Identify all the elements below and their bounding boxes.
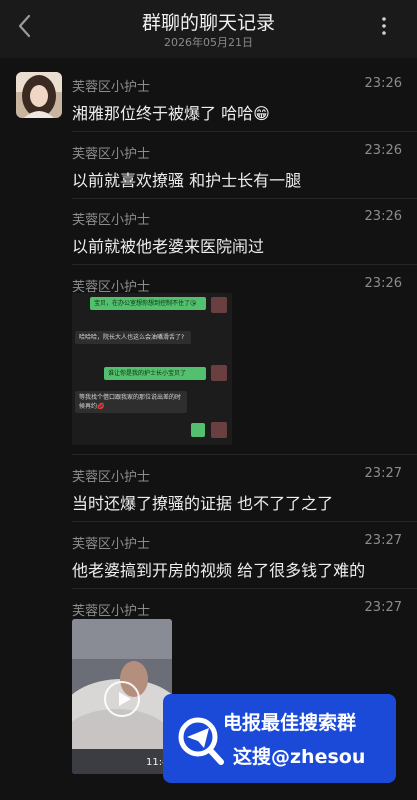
top-bar: 群聊的聊天记录 2026年05月21日 bbox=[0, 0, 417, 58]
sender-name: 芙蓉区小护士 bbox=[72, 537, 151, 552]
message-text[interactable]: 他老婆搞到开房的视频 给了很多钱了难的 bbox=[72, 557, 365, 581]
sender-name: 芙蓉区小护士 bbox=[72, 604, 151, 619]
ad-banner[interactable]: 电报最佳搜索群 这搜@zhesou bbox=[163, 694, 396, 783]
screenshot-bubble: 宝贝，在办公室想你想到控制不住了😘 bbox=[90, 297, 206, 310]
telegram-search-icon bbox=[178, 717, 224, 765]
ad-handle: 这搜@zhesou bbox=[233, 746, 366, 768]
message-item: 芙蓉区小护士 23:27 bbox=[72, 600, 402, 620]
screenshot-emoji-bubble bbox=[191, 423, 205, 437]
message-time: 23:27 bbox=[364, 466, 402, 481]
message-text[interactable]: 以前就被他老婆来医院闹过 bbox=[72, 233, 264, 257]
screenshot-bubble: 等我找个借口跟我家的那位说出差的时候再约💋 bbox=[75, 391, 187, 413]
mini-avatar bbox=[211, 297, 227, 313]
page-date: 2026年05月21日 bbox=[164, 36, 253, 49]
sender-name: 芙蓉区小护士 bbox=[72, 147, 151, 162]
divider bbox=[72, 454, 417, 455]
divider bbox=[72, 198, 417, 199]
message-item: 芙蓉区小护士 23:27 他老婆搞到开房的视频 给了很多钱了难的 bbox=[72, 533, 402, 583]
message-time: 23:27 bbox=[364, 600, 402, 615]
sender-name: 芙蓉区小护士 bbox=[72, 80, 151, 95]
message-text[interactable]: 湘雅那位终于被爆了 哈哈😁 bbox=[72, 100, 270, 124]
sender-name: 芙蓉区小护士 bbox=[72, 213, 151, 228]
message-text[interactable]: 当时还爆了撩骚的证据 也不了了之了 bbox=[72, 490, 333, 514]
message-item: 芙蓉区小护士 23:26 以前就被他老婆来医院闹过 bbox=[72, 209, 402, 259]
message-text[interactable]: 以前就喜欢撩骚 和护士长有一腿 bbox=[72, 167, 301, 191]
play-icon[interactable] bbox=[104, 681, 140, 717]
avatar[interactable] bbox=[16, 72, 62, 118]
mini-avatar bbox=[211, 365, 227, 381]
more-icon[interactable] bbox=[381, 16, 387, 36]
message-time: 23:26 bbox=[364, 76, 402, 91]
message-item: 芙蓉区小护士 23:26 以前就喜欢撩骚 和护士长有一腿 bbox=[72, 143, 402, 193]
page-title: 群聊的聊天记录 bbox=[141, 12, 275, 34]
sender-name: 芙蓉区小护士 bbox=[72, 470, 151, 485]
message-time: 23:27 bbox=[364, 533, 402, 548]
screenshot-bubble: 哈哈哈，院长大人也这么会油嘴滑舌了? bbox=[75, 331, 191, 344]
divider bbox=[72, 521, 417, 522]
message-item: 芙蓉区小护士 23:27 当时还爆了撩骚的证据 也不了了之了 bbox=[72, 466, 402, 516]
ad-title: 电报最佳搜索群 bbox=[223, 712, 357, 734]
video-thumbnail[interactable]: 11:4 bbox=[72, 619, 172, 774]
chat-screenshot-image[interactable]: 宝贝，在办公室想你想到控制不住了😘 哈哈哈，院长大人也这么会油嘴滑舌了? 谁让你… bbox=[72, 293, 232, 445]
mini-avatar bbox=[211, 422, 227, 438]
divider bbox=[72, 264, 417, 265]
divider bbox=[72, 131, 417, 132]
divider bbox=[72, 588, 417, 589]
message-item: 芙蓉区小护士 23:26 湘雅那位终于被爆了 哈哈😁 bbox=[72, 76, 402, 126]
message-time: 23:26 bbox=[364, 209, 402, 224]
screenshot-bubble: 谁让你是我的护士长小宝贝了 bbox=[104, 367, 206, 380]
message-time: 23:26 bbox=[364, 143, 402, 158]
message-time: 23:26 bbox=[364, 276, 402, 291]
